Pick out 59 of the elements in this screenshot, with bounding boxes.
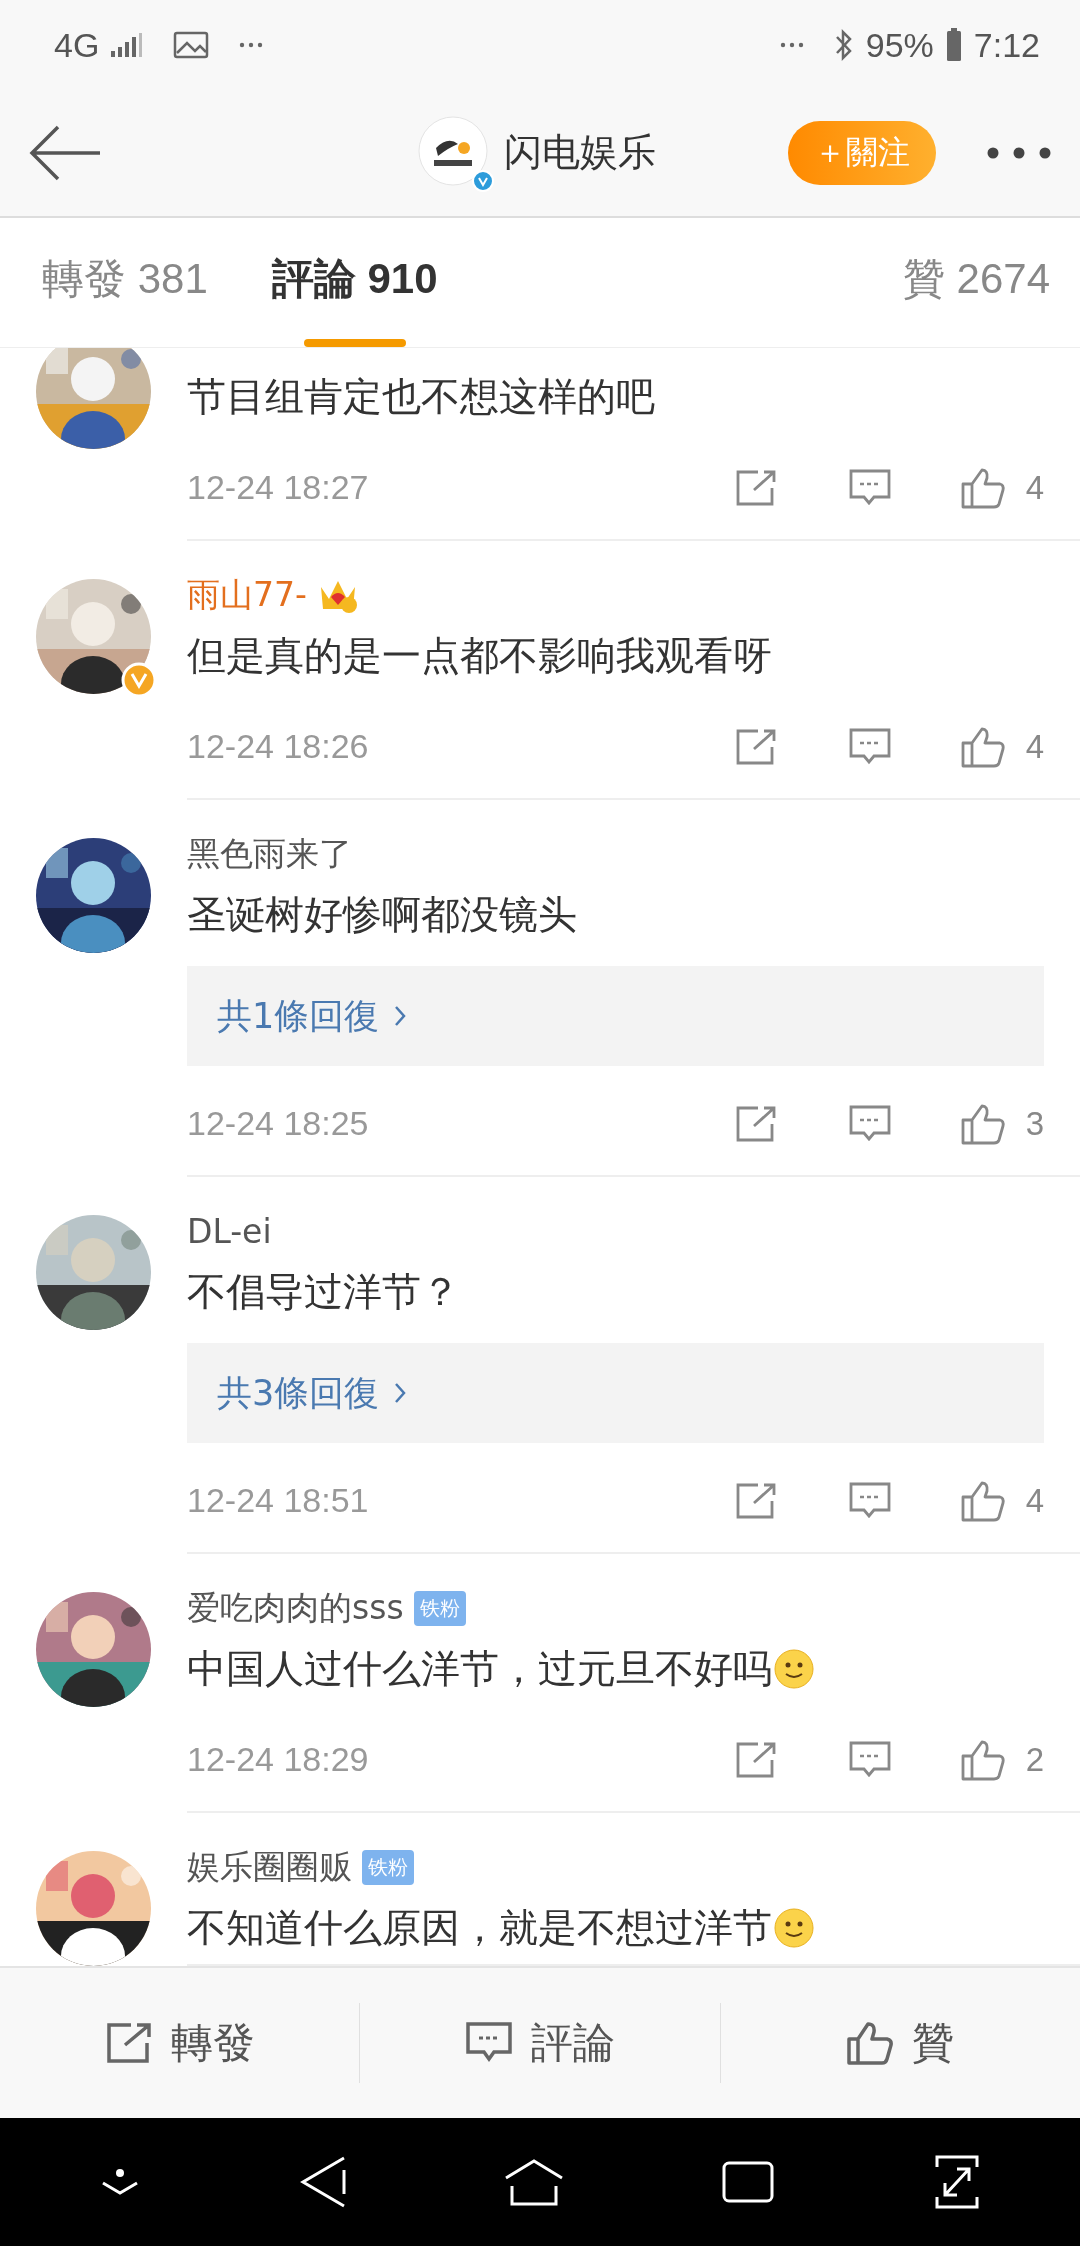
smiley-icon <box>774 1649 814 1689</box>
replies-link[interactable]: 共1條回復 <box>187 966 1044 1066</box>
comment-text: 但是真的是一点都不影响我观看呀 <box>187 632 773 680</box>
chevron-right-icon <box>393 1004 408 1028</box>
fan-badge: 铁粉 <box>413 1590 466 1626</box>
back-nav-icon[interactable] <box>299 2156 346 2208</box>
tab[interactable]: 評論 910 <box>271 221 438 347</box>
comment-time: 12-24 18:27 <box>187 468 369 507</box>
smiley-icon <box>774 1908 814 1948</box>
home-icon[interactable] <box>503 2158 564 2206</box>
tab[interactable]: 轉發 381 <box>42 221 208 347</box>
action-button[interactable]: 評論 <box>360 1993 720 2093</box>
back-arrow-icon[interactable] <box>28 125 100 181</box>
more-icon[interactable] <box>986 146 1052 160</box>
signal-icon <box>111 33 144 57</box>
verified-badge-icon <box>472 170 494 192</box>
thumbs-up-icon <box>846 2020 895 2066</box>
like-count: 4 <box>1025 468 1044 507</box>
fan-badge: 铁粉 <box>362 1849 414 1885</box>
comment-time: 12-24 18:25 <box>187 1104 369 1143</box>
network-label: 4G <box>54 25 100 65</box>
comment-text: 不知道什么原因，就是不想过洋节 <box>187 1895 1044 1961</box>
comment-text: 圣诞树好惨啊都没镜头 <box>187 891 578 939</box>
comment-time: 12-24 18:29 <box>187 1740 369 1779</box>
share-icon <box>104 2021 153 2065</box>
battery-icon <box>945 28 962 62</box>
clock: 7:12 <box>973 25 1040 65</box>
action-button[interactable]: 轉發 <box>0 1993 360 2093</box>
more-icon <box>779 42 804 48</box>
like-count: 4 <box>1025 1481 1044 1520</box>
image-icon <box>173 31 210 59</box>
replies-link[interactable]: 共3條回復 <box>187 1343 1044 1443</box>
comment-time: 12-24 18:26 <box>187 727 369 766</box>
bluetooth-icon <box>833 28 854 62</box>
user-name[interactable]: 爱吃肉肉的sss <box>187 1585 404 1631</box>
chevron-right-icon <box>393 1381 408 1405</box>
user-name[interactable]: DL-ei <box>187 1211 272 1251</box>
like-count: 2 <box>1025 1740 1044 1779</box>
comment-icon[interactable] <box>847 726 892 767</box>
more-icon <box>239 42 264 48</box>
comment-icon[interactable] <box>847 467 892 508</box>
tab[interactable]: 贊 2674 <box>902 221 1050 347</box>
like-count: 4 <box>1025 727 1044 766</box>
action-button[interactable]: 贊 <box>720 1993 1080 2093</box>
user-name[interactable]: 娱乐圈圈贩 <box>187 1844 352 1890</box>
channel-logo-icon <box>418 116 488 186</box>
battery-percent: 95% <box>865 25 934 65</box>
comment-icon[interactable] <box>847 1103 892 1144</box>
channel-name: 闪电娱乐 <box>504 128 656 176</box>
comment-text: 中国人过什么洋节，过元旦不好吗 <box>187 1636 1044 1702</box>
comment-icon[interactable] <box>847 1739 892 1780</box>
comment-text: 节目组肯定也不想这样的吧 <box>187 373 656 421</box>
like-count: 3 <box>1025 1104 1044 1143</box>
comment-time: 12-24 18:51 <box>187 1481 369 1520</box>
recent-apps-icon[interactable] <box>722 2161 775 2203</box>
user-name[interactable]: 黑色雨来了 <box>187 831 352 877</box>
comment-text: 不倡导过洋节？ <box>187 1268 461 1316</box>
verified-badge-icon <box>121 662 157 698</box>
comment-icon[interactable] <box>847 1480 892 1521</box>
